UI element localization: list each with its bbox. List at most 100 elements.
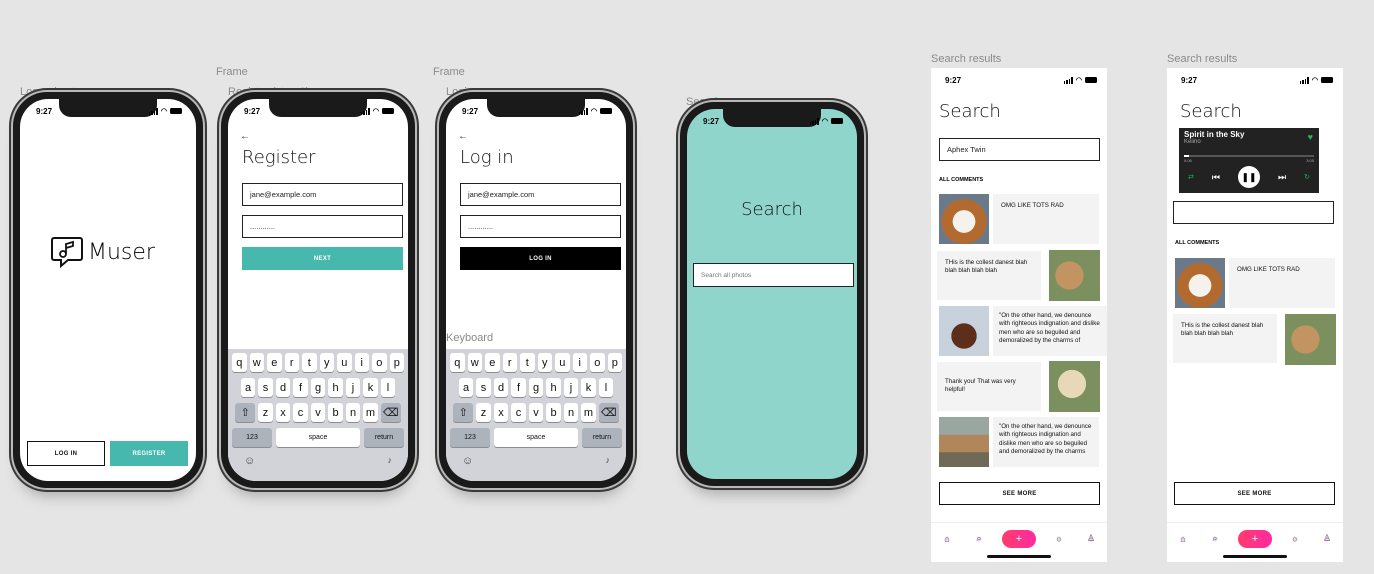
profile-icon[interactable]: ♙ bbox=[1082, 529, 1100, 548]
key-s[interactable]: s bbox=[258, 378, 273, 397]
dog-photo[interactable] bbox=[1049, 250, 1100, 301]
search-icon[interactable]: ⌕ bbox=[970, 529, 988, 548]
key-m[interactable]: m bbox=[363, 403, 378, 422]
search-icon[interactable]: ⌕ bbox=[1206, 529, 1224, 548]
key-y[interactable]: y bbox=[537, 353, 552, 372]
shuffle-icon[interactable]: ⇄ bbox=[1188, 173, 1194, 181]
key-i[interactable]: i bbox=[354, 353, 369, 372]
numbers-key[interactable]: 123 bbox=[450, 428, 490, 447]
see-more-button[interactable]: SEE MORE bbox=[1174, 482, 1335, 505]
emoji-icon[interactable]: ☺ bbox=[462, 455, 473, 467]
back-arrow-icon[interactable]: ← bbox=[458, 131, 468, 142]
key-q[interactable]: q bbox=[232, 353, 247, 372]
key-y[interactable]: y bbox=[319, 353, 334, 372]
search-input[interactable] bbox=[1173, 201, 1334, 224]
see-more-button[interactable]: SEE MORE bbox=[939, 482, 1100, 505]
chat-icon[interactable]: ○ bbox=[1050, 529, 1068, 548]
key-d[interactable]: d bbox=[493, 378, 509, 397]
register-button[interactable]: REGISTER bbox=[110, 441, 188, 466]
key-e[interactable]: e bbox=[485, 353, 500, 372]
key-g[interactable]: g bbox=[528, 378, 544, 397]
key-w[interactable]: w bbox=[467, 353, 482, 372]
key-f[interactable]: f bbox=[293, 378, 308, 397]
key-n[interactable]: n bbox=[345, 403, 361, 422]
search-input[interactable]: Search all photos bbox=[693, 263, 854, 287]
password-field[interactable]: ............ bbox=[242, 215, 403, 238]
key-c[interactable]: c bbox=[293, 403, 308, 422]
key-b[interactable]: b bbox=[328, 403, 343, 422]
email-field[interactable]: jane@example.com bbox=[242, 183, 403, 206]
dog-photo[interactable] bbox=[1049, 361, 1100, 412]
key-i[interactable]: i bbox=[572, 353, 587, 372]
delete-key-icon[interactable]: ⌫ bbox=[598, 403, 619, 422]
space-key[interactable]: space bbox=[494, 428, 578, 447]
profile-icon[interactable]: ♙ bbox=[1318, 529, 1336, 548]
add-button[interactable]: + bbox=[1002, 529, 1036, 548]
add-button[interactable]: + bbox=[1238, 529, 1272, 548]
repeat-icon[interactable]: ↻ bbox=[1304, 173, 1310, 181]
password-field[interactable]: ............ bbox=[460, 215, 621, 238]
key-j[interactable]: j bbox=[563, 378, 579, 397]
key-z[interactable]: z bbox=[476, 403, 491, 422]
return-key[interactable]: return bbox=[364, 428, 404, 447]
key-x[interactable]: x bbox=[275, 403, 291, 422]
key-v[interactable]: v bbox=[528, 403, 544, 422]
key-r[interactable]: r bbox=[284, 353, 299, 372]
next-icon[interactable]: ⏭ bbox=[1278, 172, 1286, 183]
home-icon[interactable]: ⌂ bbox=[1174, 529, 1192, 548]
key-p[interactable]: p bbox=[389, 353, 404, 372]
home-icon[interactable]: ⌂ bbox=[938, 529, 956, 548]
chat-icon[interactable]: ○ bbox=[1286, 529, 1304, 548]
mic-icon[interactable]: ♪ bbox=[388, 455, 393, 467]
key-q[interactable]: q bbox=[450, 353, 465, 372]
key-n[interactable]: n bbox=[563, 403, 579, 422]
next-button[interactable]: NEXT bbox=[242, 247, 403, 270]
dog-photo[interactable] bbox=[939, 417, 989, 467]
progress-track[interactable] bbox=[1184, 155, 1314, 157]
key-b[interactable]: b bbox=[546, 403, 561, 422]
key-k[interactable]: k bbox=[363, 378, 378, 397]
key-h[interactable]: h bbox=[328, 378, 343, 397]
return-key[interactable]: return bbox=[582, 428, 622, 447]
key-r[interactable]: r bbox=[502, 353, 517, 372]
key-u[interactable]: u bbox=[337, 353, 352, 372]
key-f[interactable]: f bbox=[511, 378, 526, 397]
previous-icon[interactable]: ⏮ bbox=[1212, 172, 1220, 183]
key-t[interactable]: t bbox=[520, 353, 535, 372]
shift-key-icon[interactable]: ⇧ bbox=[235, 403, 256, 422]
delete-key-icon[interactable]: ⌫ bbox=[380, 403, 401, 422]
back-arrow-icon[interactable]: ← bbox=[240, 131, 250, 142]
key-t[interactable]: t bbox=[302, 353, 317, 372]
key-l[interactable]: l bbox=[380, 378, 396, 397]
key-h[interactable]: h bbox=[546, 378, 561, 397]
search-input[interactable]: Aphex Twin bbox=[939, 138, 1100, 161]
key-a[interactable]: a bbox=[240, 378, 256, 397]
key-e[interactable]: e bbox=[267, 353, 282, 372]
key-g[interactable]: g bbox=[310, 378, 326, 397]
login-button[interactable]: LOG IN bbox=[460, 247, 621, 270]
emoji-icon[interactable]: ☺ bbox=[244, 455, 255, 467]
key-m[interactable]: m bbox=[581, 403, 596, 422]
dog-photo[interactable] bbox=[1285, 314, 1336, 365]
key-c[interactable]: c bbox=[511, 403, 526, 422]
key-j[interactable]: j bbox=[345, 378, 361, 397]
dog-photo[interactable] bbox=[1175, 258, 1225, 308]
key-p[interactable]: p bbox=[607, 353, 622, 372]
key-d[interactable]: d bbox=[275, 378, 291, 397]
key-l[interactable]: l bbox=[598, 378, 614, 397]
key-s[interactable]: s bbox=[476, 378, 491, 397]
login-button[interactable]: LOG IN bbox=[27, 441, 105, 466]
key-w[interactable]: w bbox=[249, 353, 264, 372]
key-o[interactable]: o bbox=[372, 353, 387, 372]
key-x[interactable]: x bbox=[493, 403, 509, 422]
space-key[interactable]: space bbox=[276, 428, 360, 447]
key-a[interactable]: a bbox=[458, 378, 474, 397]
key-u[interactable]: u bbox=[555, 353, 570, 372]
heart-icon[interactable]: ♥ bbox=[1308, 132, 1313, 142]
dog-photo[interactable] bbox=[939, 194, 989, 244]
numbers-key[interactable]: 123 bbox=[232, 428, 272, 447]
mic-icon[interactable]: ♪ bbox=[606, 455, 611, 467]
email-field[interactable]: jane@example.com bbox=[460, 183, 621, 206]
key-k[interactable]: k bbox=[581, 378, 596, 397]
shift-key-icon[interactable]: ⇧ bbox=[453, 403, 474, 422]
